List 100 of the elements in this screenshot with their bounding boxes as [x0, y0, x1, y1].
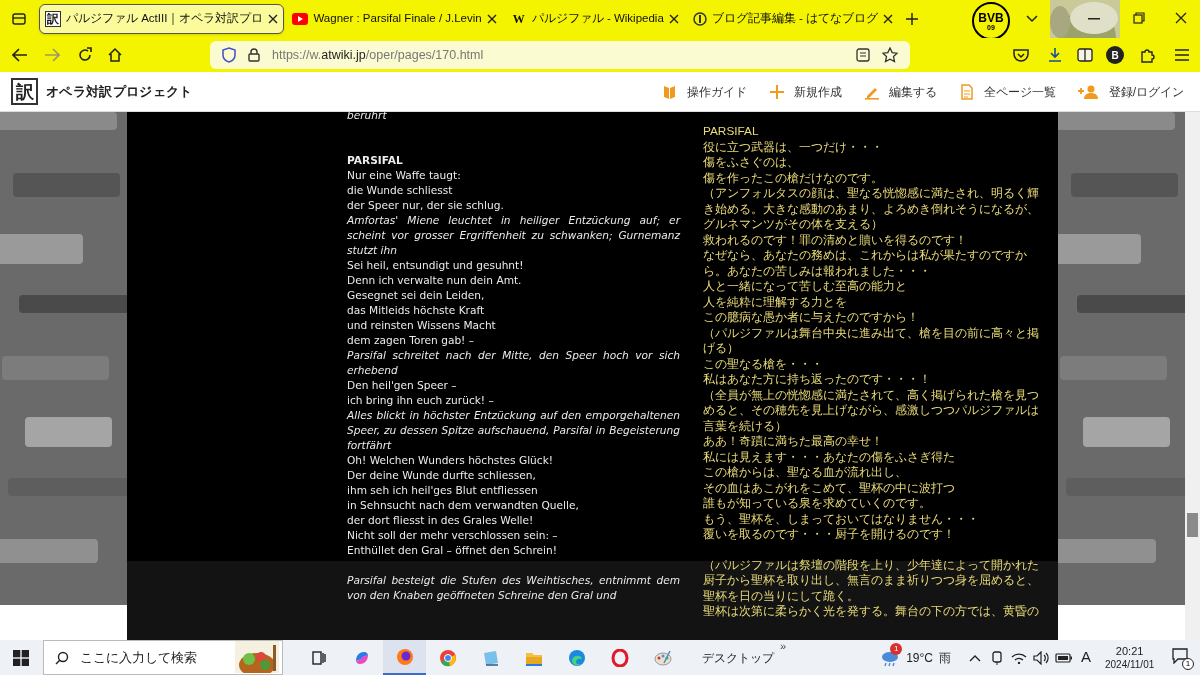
url-text: https://w.atwiki.jp/oper/pages/170.html — [272, 46, 485, 64]
stage-direction: Parsifal schreitet nach der Mitte, den Speer hoch vor sich erhebend — [347, 348, 680, 378]
scrollbar[interactable] — [1185, 112, 1200, 640]
home-icon[interactable] — [107, 47, 123, 63]
translation-line: 私には見えます・・・あなたの傷をふさぎ得た — [703, 449, 956, 465]
wave-browser-icon — [567, 648, 586, 667]
libretto-line: Enthüllet den Gral – öffnet den Schrein! — [347, 543, 558, 558]
speaker-name: PARSIFAL — [347, 153, 404, 168]
libretto-line: Den heil'gen Speer – — [347, 378, 458, 393]
start-icon[interactable] — [13, 649, 29, 666]
translation-line: 私はあなた方に持ち返ったのです・・・！ — [703, 372, 932, 388]
translation-line: （パルジファルは舞台中央に進み出て、槍を目の前に高々と掲げる） — [703, 325, 1039, 357]
translation-line: 人を純粋に理解する力とを — [703, 294, 848, 310]
sidebar-icon[interactable] — [1077, 48, 1093, 62]
overflow-chevron[interactable]: » — [780, 640, 787, 652]
tab-title: Wagner : Parsifal Finale / J.Levin — [313, 11, 482, 27]
libretto-line: der Speer nur, der sie schlug. — [347, 198, 505, 213]
chevron-up-icon[interactable] — [968, 653, 981, 662]
browser-tab[interactable]: ブログ記事編集 - はてなブログ — [686, 4, 900, 34]
browser-tab[interactable]: W パルジファル - Wikipedia — [504, 4, 685, 34]
favicon-logo: 訳 — [45, 11, 61, 27]
notification-button[interactable]: 1 — [1172, 647, 1192, 668]
libretto-line: der dort fliesst in des Grales Welle! — [347, 513, 535, 528]
book-icon — [661, 83, 678, 100]
close-icon[interactable] — [1175, 12, 1187, 24]
reload-icon[interactable] — [77, 47, 93, 63]
site-title[interactable]: オペラ対訳プロジェクト — [46, 81, 193, 102]
libretto-line: dem zagen Toren gab! – — [347, 333, 476, 348]
battery-icon[interactable] — [1054, 652, 1073, 663]
document-icon — [958, 83, 975, 100]
fox-browser-icon — [395, 647, 414, 666]
info-icon — [692, 12, 707, 26]
nav-link[interactable]: 新規作成 — [768, 82, 842, 101]
speaker-icon[interactable] — [1032, 650, 1049, 665]
favicon-logo: W — [511, 11, 526, 27]
libretto-line: Nicht soll der mehr verschlossen sein: – — [347, 528, 559, 543]
people-icon — [1077, 83, 1100, 100]
tab-title: パルジファル ActIII｜オペラ対訳プロ — [66, 11, 264, 27]
menu-icon[interactable] — [1175, 49, 1189, 61]
stage-direction: Amfortas' Miene leuchtet in heiliger Entzückung auf; er scheint vor grosser Ergriffenheit zu schwanken; Gurnemanz stutzt ihn — [347, 213, 680, 258]
close-icon[interactable] — [268, 14, 279, 24]
translation-line: この臆病な愚か者に与えたのですから！ — [703, 310, 920, 326]
translation-line: もう、聖杯を、しまっておいてはなりません・・・ — [703, 511, 980, 527]
libretto-line: Denn ich verwalte nun dein Amt. — [347, 273, 523, 288]
stage-direction: Parsifal besteigt die Stufen des Weihtisches, entnimmt dem von den Knaben geöffneten Schreine den Gral und — [347, 573, 680, 603]
libretto-line: und reinsten Wissens Macht — [347, 318, 497, 333]
nav-link[interactable]: 全ページ一覧 — [958, 82, 1056, 101]
translation-line: なぜなら、あなたの務めは、これからは私が果たすのですから。あなたの苦しみは報われました・・・ — [703, 248, 1028, 279]
translation-line: 傷をふさぐのは、 — [703, 155, 800, 171]
plus-icon — [768, 83, 785, 100]
new-tab-icon[interactable] — [905, 12, 920, 26]
translation-line: （全員が無上の恍惚感に満たされて、高く掲げられた槍を見つめると、その穂先を見上げながら、感激しつつパルジファルは言葉を続ける） — [703, 387, 1039, 434]
libretto-line: die Wunde schliesst — [347, 183, 454, 198]
wheel-browser-icon — [438, 648, 457, 667]
browser-tab[interactable]: 訳 パルジファル ActIII｜オペラ対訳プロ — [39, 4, 285, 34]
close-icon[interactable] — [486, 14, 497, 24]
nav-link[interactable]: 操作ガイド — [661, 82, 747, 101]
libretto-line: Sei heil, entsundigt und gesuhnt! — [347, 258, 525, 273]
weather-temperature: 19°C — [906, 649, 933, 667]
reader-icon[interactable] — [856, 48, 870, 62]
camera-icon[interactable] — [990, 650, 1003, 665]
restore-icon[interactable] — [1133, 12, 1145, 24]
back-icon[interactable] — [12, 48, 28, 62]
libretto-line: Nur eine Waffe taugt: — [347, 168, 462, 183]
lock-icon[interactable] — [248, 48, 260, 62]
play-icon — [292, 13, 309, 25]
input-mode-indicator[interactable]: A — [1080, 646, 1091, 669]
account-avatar[interactable]: B — [1106, 46, 1124, 64]
taskbar-app-button[interactable] — [383, 640, 426, 675]
minimize-icon[interactable] — [1088, 18, 1100, 20]
download-icon[interactable] — [1047, 47, 1063, 63]
nav-link[interactable]: 登録/ログイン — [1077, 82, 1184, 101]
address-bar[interactable]: https://w.atwiki.jp/oper/pages/170.html — [210, 41, 910, 69]
site-logo[interactable]: 訳 — [11, 78, 38, 105]
tab-title: パルジファル - Wikipedia — [531, 11, 664, 27]
browser-tab[interactable]: Wagner : Parsifal Finale / J.Levin — [286, 4, 503, 34]
nav-link[interactable]: 編集する — [863, 82, 937, 101]
shield-icon[interactable] — [222, 47, 236, 63]
translation-line: 誰もが知っている泉を求めていくのです。 — [703, 496, 932, 512]
desktop-toolbar-label[interactable]: デスクトップ — [702, 648, 774, 667]
chevron-down-icon[interactable] — [1026, 15, 1038, 23]
star-icon[interactable] — [882, 47, 898, 63]
translation-line: その血はあこがれをこめて、聖杯の中に波打つ — [703, 480, 956, 496]
extensions-icon[interactable] — [1139, 47, 1155, 63]
close-icon[interactable] — [668, 14, 679, 24]
palette-icon — [653, 648, 672, 667]
search-icon — [55, 651, 69, 665]
libretto-line: Oh! Welchen Wunders höchstes Glück! — [347, 453, 554, 468]
libretto-line: das Mitleids höchste Kraft — [347, 303, 486, 318]
stage-direction: Alles blickt in höchster Entzückung auf den emporgehaltenen Speer, zu dessen Spitze aufschauend, Parsifal in Begeisterung fortfährt — [347, 408, 680, 453]
scrollbar-thumb[interactable] — [1187, 513, 1198, 537]
pocket-icon[interactable] — [1013, 48, 1029, 62]
tab-list-icon[interactable] — [11, 11, 27, 27]
translation-line: （パルジファルは祭壇の階段を上り、少年達によって開かれた厨子から聖杯を取り出し、無言のまま祈りつつ身を屈めると、聖杯を日の当りにして跪く。 — [703, 557, 1039, 604]
wifi-icon[interactable] — [1010, 651, 1027, 664]
translation-line: （アンフォルタスの顔は、聖なる恍惚感に満たされ、明るく輝き始める。大きな感動のあまり、よろめき倒れそうになるが、グルネマンツがその体を支える） — [703, 186, 1039, 233]
clock[interactable]: 20:21 2024/11/01 — [1104, 643, 1155, 672]
close-icon[interactable] — [883, 14, 894, 24]
notification-count: 1 — [1182, 657, 1194, 670]
notepad-icon — [481, 648, 500, 667]
